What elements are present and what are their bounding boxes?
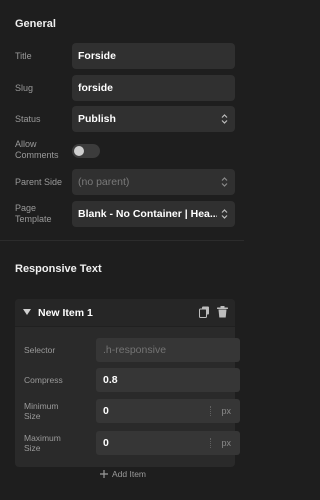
compress-label: Compress bbox=[24, 375, 63, 385]
caret-down-icon[interactable] bbox=[23, 308, 31, 316]
maximum-size-unit[interactable]: px bbox=[221, 438, 231, 448]
select-arrows-icon bbox=[221, 209, 228, 219]
responsive-item-header[interactable]: New Item 1 bbox=[15, 299, 235, 327]
section-title-responsive-text: Responsive Text bbox=[15, 263, 102, 275]
select-arrows-icon bbox=[221, 114, 228, 124]
minimum-size-label-line2: Size bbox=[24, 411, 41, 421]
minimum-size-input[interactable]: 0 px bbox=[96, 399, 240, 423]
minimum-size-unit[interactable]: px bbox=[221, 406, 231, 416]
allow-comments-label: Allow Comments bbox=[15, 139, 59, 161]
page-template-label-line1: Page bbox=[15, 203, 37, 213]
drag-handle-icon[interactable] bbox=[210, 438, 212, 448]
parent-side-select[interactable]: (no parent) bbox=[72, 169, 235, 195]
select-arrows-icon bbox=[221, 177, 228, 187]
maximum-size-value: 0 bbox=[103, 437, 109, 449]
minimum-size-label-line1: Minimum bbox=[24, 401, 59, 411]
selector-label: Selector bbox=[24, 345, 56, 355]
responsive-item-title: New Item 1 bbox=[38, 307, 93, 319]
add-item-label: Add Item bbox=[112, 469, 147, 479]
section-title-general: General bbox=[15, 18, 56, 30]
status-value: Publish bbox=[78, 113, 116, 125]
parent-side-value: (no parent) bbox=[78, 176, 130, 188]
page-template-value: Blank - No Container | Hea... bbox=[78, 208, 217, 220]
duplicate-icon[interactable] bbox=[199, 306, 210, 318]
trash-icon[interactable] bbox=[217, 306, 228, 318]
plus-icon bbox=[100, 470, 108, 478]
toggle-knob bbox=[74, 146, 84, 156]
status-select[interactable]: Publish bbox=[72, 106, 235, 132]
section-divider bbox=[0, 240, 244, 241]
status-label: Status bbox=[15, 114, 41, 124]
title-input[interactable]: Forside bbox=[72, 43, 235, 69]
slug-input[interactable]: forside bbox=[72, 75, 235, 101]
page-template-label: Page Template bbox=[15, 203, 52, 225]
allow-comments-label-line2: Comments bbox=[15, 150, 59, 160]
page-template-label-line2: Template bbox=[15, 214, 52, 224]
maximum-size-label-line2: Size bbox=[24, 443, 41, 453]
maximum-size-input[interactable]: 0 px bbox=[96, 431, 240, 455]
minimum-size-label: Minimum Size bbox=[24, 401, 58, 421]
drag-handle-icon[interactable] bbox=[210, 406, 212, 416]
page-template-select[interactable]: Blank - No Container | Hea... bbox=[72, 201, 235, 227]
responsive-item-panel: New Item 1 Selector .h-responsive Compre… bbox=[15, 299, 240, 467]
maximum-size-label-line1: Maximum bbox=[24, 433, 61, 443]
add-item-button[interactable]: Add Item bbox=[100, 469, 146, 479]
title-label: Title bbox=[15, 51, 32, 61]
minimum-size-value: 0 bbox=[103, 405, 109, 417]
selector-input[interactable]: .h-responsive bbox=[96, 338, 240, 362]
allow-comments-label-line1: Allow bbox=[15, 139, 37, 149]
maximum-size-label: Maximum Size bbox=[24, 433, 61, 453]
parent-side-label: Parent Side bbox=[15, 177, 63, 187]
slug-label: Slug bbox=[15, 83, 34, 93]
allow-comments-toggle[interactable] bbox=[72, 144, 100, 158]
compress-input[interactable]: 0.8 bbox=[96, 368, 240, 392]
